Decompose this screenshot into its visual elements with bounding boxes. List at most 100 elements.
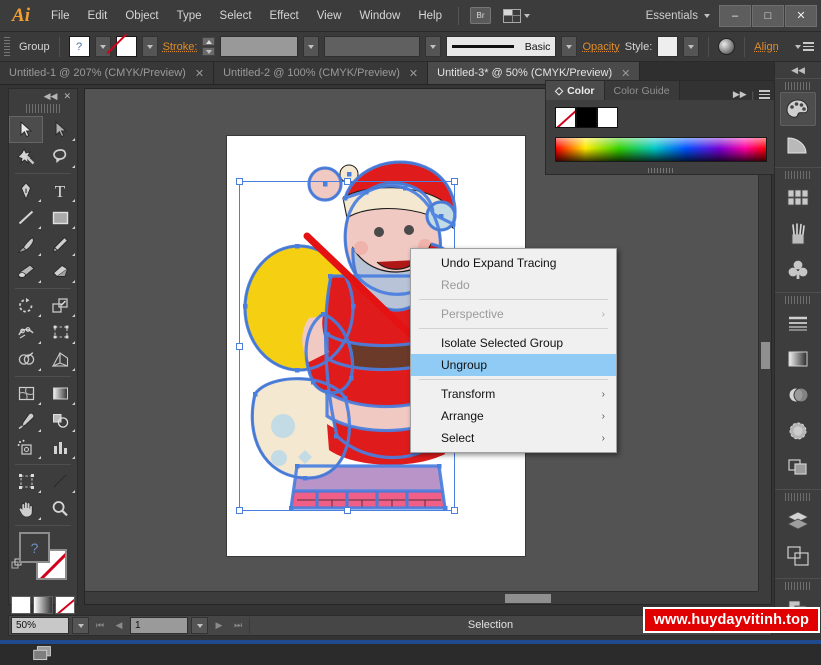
fill-color-swatch[interactable]: ? bbox=[69, 36, 90, 57]
menu-type[interactable]: Type bbox=[168, 0, 211, 32]
menu-help[interactable]: Help bbox=[409, 0, 451, 32]
fill-indicator-swatch[interactable]: ? bbox=[19, 532, 50, 563]
vertical-scroll-thumb[interactable] bbox=[761, 342, 770, 369]
tools-panel-gripper[interactable] bbox=[26, 104, 60, 113]
swatch-white[interactable] bbox=[597, 107, 618, 128]
stroke-weight-field[interactable] bbox=[220, 36, 298, 57]
tab-close-icon[interactable]: ✕ bbox=[621, 67, 630, 80]
context-item-arrange[interactable]: Arrange › bbox=[411, 405, 616, 427]
page-number-field[interactable]: 1 bbox=[130, 617, 188, 634]
type-tool[interactable]: T bbox=[43, 177, 77, 204]
menu-file[interactable]: File bbox=[42, 0, 79, 32]
context-item-select[interactable]: Select › bbox=[411, 427, 616, 449]
rotate-tool[interactable] bbox=[9, 292, 43, 319]
context-item-isolate-selected-group[interactable]: Isolate Selected Group bbox=[411, 332, 616, 354]
collapse-icon[interactable]: ◀◀ bbox=[44, 91, 58, 102]
rectangle-tool[interactable] bbox=[43, 204, 77, 231]
menu-select[interactable]: Select bbox=[211, 0, 261, 32]
dock-group-gripper[interactable] bbox=[785, 296, 811, 304]
context-item-transform[interactable]: Transform › bbox=[411, 383, 616, 405]
stroke-panel-icon[interactable] bbox=[780, 306, 816, 340]
tab-color[interactable]: ◇ Color bbox=[546, 81, 605, 100]
previous-page-button[interactable]: ◀ bbox=[111, 617, 127, 634]
zoom-tool[interactable] bbox=[43, 495, 77, 522]
slice-tool[interactable] bbox=[43, 468, 77, 495]
menu-edit[interactable]: Edit bbox=[79, 0, 117, 32]
lasso-tool[interactable] bbox=[43, 143, 77, 170]
style-dropdown[interactable] bbox=[683, 36, 699, 57]
menu-window[interactable]: Window bbox=[350, 0, 409, 32]
tab-close-icon[interactable]: ✕ bbox=[409, 67, 418, 80]
free-transform-tool[interactable] bbox=[43, 319, 77, 346]
dock-collapse-icon[interactable]: ◀◀ bbox=[775, 62, 821, 78]
dock-group-gripper[interactable] bbox=[785, 82, 811, 90]
fill-dropdown-button[interactable] bbox=[95, 36, 111, 57]
tab-color-guide[interactable]: Color Guide bbox=[605, 81, 680, 100]
bridge-button[interactable]: Br bbox=[470, 7, 491, 24]
opacity-mask-icon[interactable] bbox=[718, 38, 735, 55]
layers-panel-icon[interactable] bbox=[780, 503, 816, 537]
next-page-button[interactable]: ▶ bbox=[211, 617, 227, 634]
style-swatch[interactable] bbox=[657, 36, 678, 57]
color-fill-button[interactable] bbox=[11, 596, 31, 614]
variable-width-dropdown[interactable] bbox=[425, 36, 441, 57]
stroke-color-swatch[interactable] bbox=[116, 36, 137, 57]
stroke-label[interactable]: Stroke: bbox=[163, 41, 198, 53]
screen-mode-button[interactable] bbox=[30, 643, 56, 665]
document-tab-untitled-1[interactable]: Untitled-1 @ 207% (CMYK/Preview) ✕ bbox=[0, 62, 214, 84]
brushes-panel-icon[interactable] bbox=[780, 217, 816, 251]
opacity-label[interactable]: Opacity bbox=[582, 41, 619, 53]
swatches-panel-icon[interactable] bbox=[780, 181, 816, 215]
align-label[interactable]: Align bbox=[754, 41, 778, 53]
stroke-weight-stepper[interactable] bbox=[202, 37, 215, 56]
close-icon[interactable]: ✕ bbox=[63, 91, 71, 102]
swatch-black[interactable] bbox=[576, 107, 597, 128]
stroke-weight-dropdown[interactable] bbox=[303, 36, 319, 57]
control-bar-menu-button[interactable] bbox=[795, 42, 821, 51]
dock-group-gripper[interactable] bbox=[785, 171, 811, 179]
swatch-none[interactable] bbox=[555, 107, 576, 128]
zoom-dropdown-button[interactable] bbox=[72, 617, 89, 634]
arrange-documents-button[interactable] bbox=[503, 9, 530, 23]
pen-tool[interactable] bbox=[9, 177, 43, 204]
maximize-button[interactable]: □ bbox=[752, 5, 784, 27]
gradient-tool[interactable] bbox=[43, 380, 77, 407]
artboard-tool[interactable] bbox=[9, 468, 43, 495]
workspace-switcher[interactable]: Essentials bbox=[646, 10, 718, 22]
transparency-panel-icon[interactable] bbox=[780, 378, 816, 412]
menu-effect[interactable]: Effect bbox=[261, 0, 308, 32]
selection-tool[interactable] bbox=[9, 116, 43, 143]
none-fill-button[interactable] bbox=[55, 596, 75, 614]
horizontal-scroll-thumb[interactable] bbox=[505, 594, 551, 603]
graphic-styles-panel-icon[interactable] bbox=[780, 450, 816, 484]
width-tool[interactable] bbox=[9, 319, 43, 346]
first-page-button[interactable]: ⏮ bbox=[92, 617, 108, 634]
dock-group-gripper[interactable] bbox=[785, 493, 811, 501]
last-page-button[interactable]: ⏭ bbox=[230, 617, 246, 634]
horizontal-scrollbar[interactable] bbox=[85, 591, 758, 604]
color-guide-panel-icon[interactable] bbox=[780, 128, 816, 162]
gradient-fill-button[interactable] bbox=[33, 596, 53, 614]
menu-view[interactable]: View bbox=[308, 0, 351, 32]
magic-wand-tool[interactable] bbox=[9, 143, 43, 170]
blend-tool[interactable] bbox=[43, 407, 77, 434]
minimize-button[interactable]: – bbox=[719, 5, 751, 27]
stroke-dropdown-button[interactable] bbox=[142, 36, 158, 57]
paintbrush-tool[interactable] bbox=[9, 231, 43, 258]
page-dropdown-button[interactable] bbox=[191, 617, 208, 634]
perspective-grid-tool[interactable] bbox=[43, 346, 77, 373]
color-spectrum-ramp[interactable] bbox=[555, 137, 767, 162]
control-bar-gripper[interactable] bbox=[4, 37, 10, 57]
symbols-panel-icon[interactable] bbox=[780, 253, 816, 287]
shape-builder-tool[interactable] bbox=[9, 346, 43, 373]
document-tab-untitled-2[interactable]: Untitled-2 @ 100% (CMYK/Preview) ✕ bbox=[214, 62, 428, 84]
context-item-ungroup[interactable]: Ungroup bbox=[411, 354, 616, 376]
menu-object[interactable]: Object bbox=[116, 0, 167, 32]
pencil-tool[interactable] bbox=[43, 231, 77, 258]
hand-tool[interactable] bbox=[9, 495, 43, 522]
dock-group-gripper[interactable] bbox=[785, 582, 811, 590]
variable-width-field[interactable] bbox=[324, 36, 420, 57]
symbol-sprayer-tool[interactable] bbox=[9, 434, 43, 461]
zoom-level-field[interactable]: 50% bbox=[11, 617, 69, 634]
gradient-panel-icon[interactable] bbox=[780, 342, 816, 376]
